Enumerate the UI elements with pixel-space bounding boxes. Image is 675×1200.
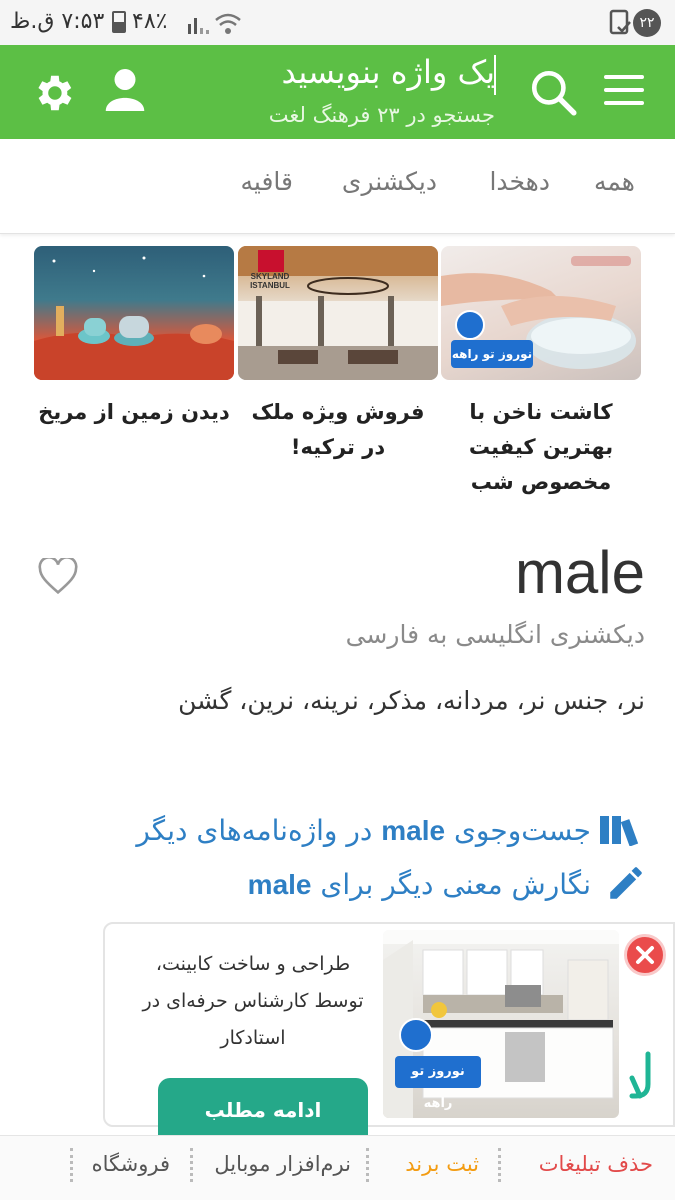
remove-ads-link[interactable]: حذف تبلیغات bbox=[539, 1152, 653, 1176]
badge-logo-icon bbox=[455, 310, 485, 340]
ad-caption-line: بهترین کیفیت bbox=[468, 435, 614, 459]
separator bbox=[70, 1148, 73, 1182]
favorite-heart-icon[interactable] bbox=[38, 558, 78, 594]
ad-text-line: توسط کارشناس حرفه‌ای در bbox=[142, 990, 364, 1012]
entry-meaning: نر، جنس نر، مردانه، مذکر، نرینه، نرین، گ… bbox=[178, 686, 645, 715]
store-link[interactable]: فروشگاه bbox=[92, 1152, 170, 1176]
native-ad-image[interactable]: نوروز تو راهه bbox=[383, 930, 619, 1118]
native-ad-badge: نوروز تو راهه bbox=[395, 1056, 481, 1111]
tab-dehkhoda[interactable]: دهخدا bbox=[489, 167, 550, 196]
ad-text-line: استادکار bbox=[220, 1027, 286, 1049]
status-time: ۷:۵۳ ق.ظ bbox=[10, 9, 105, 34]
notification-badge: ۲۲ bbox=[633, 9, 661, 37]
search-other-dictionaries-link[interactable]: جست‌وجوی male در واژه‌نامه‌های دیگر bbox=[136, 814, 591, 847]
native-ad-badge-block: نوروز تو راهه bbox=[395, 1018, 481, 1111]
close-ad-button[interactable] bbox=[624, 934, 666, 976]
ad-image-nails[interactable]: نوروز تو راهه bbox=[441, 246, 641, 380]
ad-text-line: طراحی و ساخت کابینت، bbox=[155, 953, 351, 975]
search-icon[interactable] bbox=[528, 67, 578, 117]
link-text: در واژه‌نامه‌های دیگر bbox=[136, 814, 373, 847]
tab-rhyme[interactable]: قافیه bbox=[241, 167, 293, 196]
badge-logo-icon bbox=[399, 1018, 433, 1052]
ad-image-mars[interactable] bbox=[34, 246, 234, 380]
menu-icon[interactable] bbox=[602, 73, 646, 107]
separator bbox=[366, 1148, 369, 1182]
native-ad-text[interactable]: طراحی و ساخت کابینت، توسط کارشناس حرفه‌ا… bbox=[133, 946, 373, 1057]
link-text: جست‌وجوی bbox=[454, 814, 591, 847]
write-meaning-link[interactable]: نگارش معنی دیگر برای male bbox=[248, 868, 591, 901]
tab-dictionary[interactable]: دیکشنری bbox=[342, 167, 437, 196]
close-icon bbox=[636, 946, 654, 964]
user-icon[interactable] bbox=[104, 67, 146, 113]
notification-icon bbox=[609, 9, 631, 35]
mobile-app-link[interactable]: نرم‌افزار موبایل bbox=[214, 1152, 351, 1176]
battery-percent: ۴۸٪ bbox=[132, 9, 168, 34]
read-more-label: ادامه مطلب bbox=[204, 1098, 322, 1122]
ad-caption-mars[interactable]: دیدن زمین از مریخ bbox=[34, 395, 234, 430]
ad-caption-line: فروش ویژه ملک bbox=[251, 400, 425, 424]
ad-image-property[interactable]: SKYLAND ISTANBUL bbox=[238, 246, 438, 380]
ad-caption-line: مخصوص شب bbox=[470, 470, 612, 494]
ad-caption-line: در ترکیه! bbox=[290, 435, 386, 459]
link-word: male bbox=[247, 869, 312, 900]
ad-caption-property[interactable]: فروش ویژه ملک در ترکیه! bbox=[238, 395, 438, 465]
ad-caption-line: دیدن زمین از مریخ bbox=[38, 400, 230, 424]
ad-brand: SKYLAND ISTANBUL bbox=[250, 272, 290, 290]
gear-icon[interactable] bbox=[30, 70, 76, 116]
app-header: یک واژه بنویسید جستجو در ۲۳ فرهنگ لغت bbox=[0, 45, 675, 139]
search-input[interactable]: یک واژه بنویسید bbox=[282, 53, 495, 91]
status-bar: ۷:۵۳ ق.ظ ۴۸٪ ۲۲ bbox=[0, 0, 675, 45]
link-text: نگارش معنی دیگر برای bbox=[320, 868, 591, 901]
mars-illustration bbox=[34, 256, 234, 380]
separator bbox=[190, 1148, 193, 1182]
separator bbox=[498, 1148, 501, 1182]
ad-caption-nails[interactable]: کاشت ناخن با بهترین کیفیت مخصوص شب bbox=[441, 395, 641, 500]
ad-badge-block: نوروز تو راهه bbox=[451, 310, 533, 370]
ad-network-logo-icon bbox=[629, 1051, 651, 1099]
tab-bar: همه دهخدا دیکشنری قافیه bbox=[0, 139, 675, 234]
ad-badge: نوروز تو راهه bbox=[451, 340, 533, 368]
register-brand-link[interactable]: ثبت برند bbox=[405, 1152, 479, 1176]
ad-caption-line: کاشت ناخن با bbox=[469, 400, 613, 424]
tab-all[interactable]: همه bbox=[594, 167, 635, 196]
books-icon bbox=[600, 816, 639, 846]
signal-wifi-icon bbox=[188, 13, 241, 34]
dictionary-name: دیکشنری انگلیسی به فارسی bbox=[345, 620, 645, 649]
battery-icon bbox=[112, 11, 126, 33]
pencil-icon bbox=[610, 867, 642, 899]
skyland-logo-icon bbox=[258, 250, 284, 272]
search-hint: جستجو در ۲۳ فرهنگ لغت bbox=[268, 103, 495, 127]
link-word: male bbox=[381, 815, 446, 846]
entry-word: male bbox=[514, 539, 645, 606]
